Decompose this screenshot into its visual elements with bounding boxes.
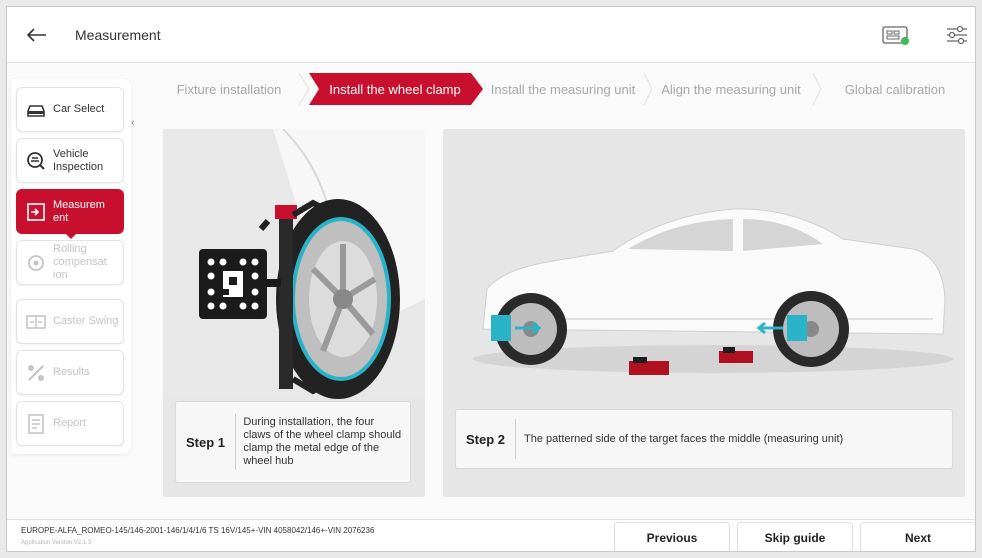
step-fixture-installation[interactable]: Fixture installation	[149, 73, 309, 105]
measurement-icon	[25, 201, 47, 223]
vehicle-path: EUROPE-ALFA_ROMEO-145/146-2001-146/1/4/1…	[21, 526, 375, 535]
wheel-clamp-illustration	[163, 129, 425, 399]
sidebar-item-caster-swing[interactable]: Caster Swing	[16, 299, 124, 344]
step-breadcrumb: Fixture installation Install the wheel c…	[149, 73, 967, 105]
sidebar-item-label: Vehicle Inspection	[53, 147, 104, 173]
settings-sliders-icon	[947, 25, 967, 45]
sidebar-item-report[interactable]: Report	[16, 401, 124, 446]
step-install-measuring-unit[interactable]: Install the measuring unit	[483, 73, 643, 105]
step1-caption: Step 1 During installation, the four cla…	[175, 401, 411, 483]
app-window: Measurement Car Select Vehicle Inspectio…	[6, 6, 976, 552]
settings-button[interactable]	[940, 21, 974, 49]
footer-bar: EUROPE-ALFA_ROMEO-145/146-2001-146/1/4/1…	[7, 519, 975, 551]
back-arrow-icon	[27, 28, 46, 42]
skip-guide-button[interactable]: Skip guide	[737, 522, 853, 551]
sidebar-item-label: Rolling compensat ion	[53, 243, 107, 281]
app-version: Application Version:V2.1.3	[21, 540, 92, 546]
results-icon	[25, 362, 47, 384]
step-global-calibration[interactable]: Global calibration	[825, 73, 965, 105]
sidebar: Car Select Vehicle Inspection Measurem e…	[11, 79, 131, 454]
sidebar-item-label: Report	[53, 417, 87, 429]
step-align-measuring-unit[interactable]: Align the measuring unit	[649, 73, 813, 105]
wheel-icon	[25, 252, 47, 274]
sidebar-item-label: Measurem ent	[53, 198, 105, 224]
vehicle-info-button[interactable]	[879, 21, 913, 49]
step2-caption: Step 2 The patterned side of the target …	[455, 409, 953, 469]
sidebar-collapse-icon[interactable]: ‹	[131, 117, 135, 129]
sidebar-item-label: Car Select	[53, 103, 105, 115]
vehicle-info-icon	[882, 26, 909, 45]
previous-button[interactable]: Previous	[614, 522, 730, 551]
sidebar-item-rolling-compensation[interactable]: Rolling compensat ion	[16, 240, 124, 285]
sidebar-item-label: Results	[53, 366, 90, 378]
sidebar-item-label: Caster Swing	[53, 315, 119, 327]
page-title: Measurement	[75, 27, 161, 43]
step1-panel: Step 1 During installation, the four cla…	[163, 129, 425, 497]
next-button[interactable]: Next	[860, 522, 975, 551]
step-install-wheel-clamp[interactable]: Install the wheel clamp	[311, 73, 479, 105]
step2-text: The patterned side of the target faces t…	[524, 432, 844, 445]
report-icon	[25, 413, 47, 435]
inspection-icon	[25, 150, 47, 172]
top-bar: Measurement	[7, 7, 975, 63]
caster-icon	[25, 311, 47, 333]
main-content: Fixture installation Install the wheel c…	[149, 69, 975, 517]
back-button[interactable]	[23, 21, 51, 49]
car-icon	[25, 99, 47, 121]
step1-text: During installation, the four claws of t…	[243, 416, 402, 467]
step2-label: Step 2	[466, 431, 506, 447]
sidebar-item-car-select[interactable]: Car Select	[16, 87, 124, 132]
sidebar-item-vehicle-inspection[interactable]: Vehicle Inspection	[16, 138, 124, 183]
car-side-illustration	[443, 129, 965, 399]
step1-label: Step 1	[186, 434, 226, 450]
sidebar-item-measurement[interactable]: Measurem ent	[16, 189, 124, 239]
step2-panel: Step 2 The patterned side of the target …	[443, 129, 965, 497]
sidebar-item-results[interactable]: Results	[16, 350, 124, 395]
